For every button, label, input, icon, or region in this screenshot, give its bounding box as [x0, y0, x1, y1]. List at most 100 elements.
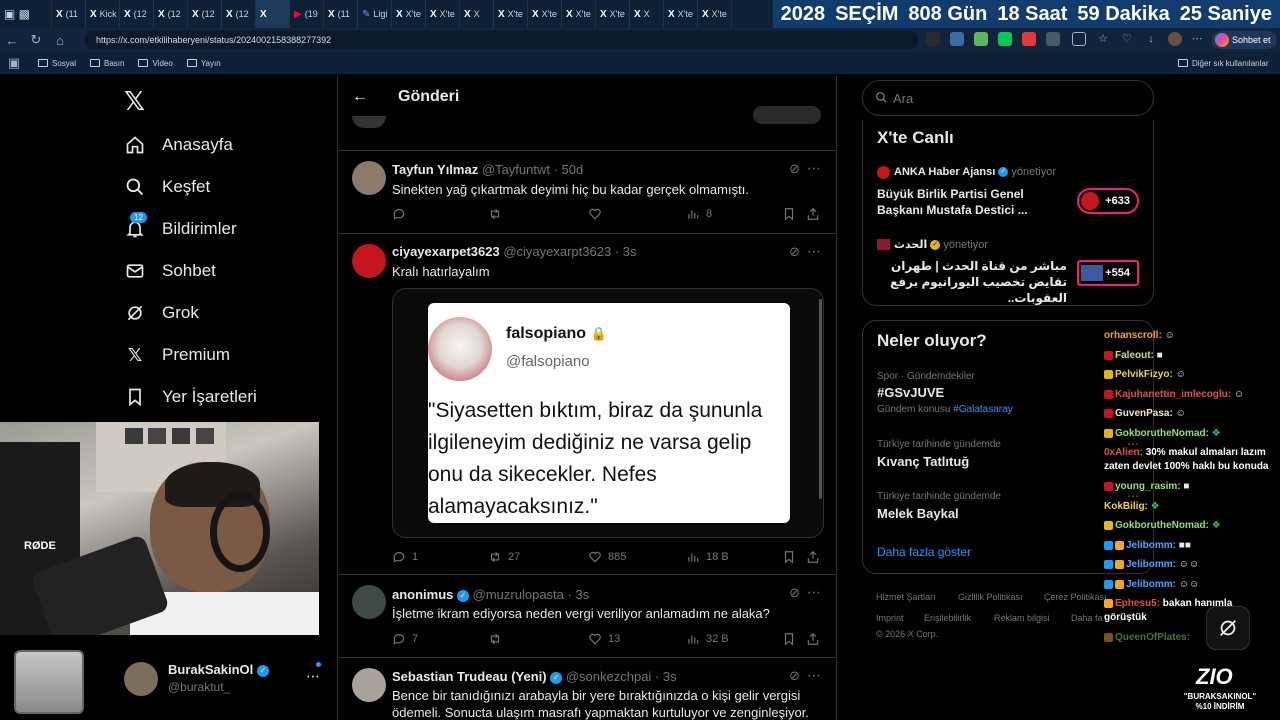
tab-actions-icon[interactable]: ▣ — [4, 51, 24, 75]
reply-button[interactable] — [753, 106, 821, 124]
share-button[interactable] — [806, 207, 820, 221]
footer-link[interactable]: Gizlilik Politikası — [958, 592, 1023, 602]
extension-icon[interactable] — [926, 32, 940, 46]
reload-icon[interactable]: ↻ — [24, 28, 48, 52]
retweet-button[interactable]: 27 — [488, 550, 520, 564]
browser-tab[interactable]: X (12 — [154, 0, 188, 28]
bookmark-folder[interactable]: Yayın — [186, 59, 221, 68]
footer-link[interactable]: Hizmet Şartları — [876, 592, 936, 602]
extension-icon[interactable] — [974, 32, 988, 46]
bookmark-button[interactable] — [782, 207, 796, 221]
tweet[interactable]: Tayfun Yılmaz @Tayfuntwt · 50d ⊘ ⋯ Sinek… — [338, 151, 836, 233]
grok-icon[interactable]: ⊘ — [789, 668, 800, 684]
reply-button[interactable] — [392, 207, 412, 221]
tweet[interactable]: ciyayexarpet3623 @ciyayexarpt3623 · 3s ⊘… — [338, 234, 836, 574]
home-icon[interactable]: ⌂ — [48, 28, 72, 52]
x-logo-icon[interactable]: 𝕏 — [124, 86, 145, 117]
tweet-media[interactable]: falsopiano 🔒 @falsopiano "Siyasetten bık… — [392, 288, 824, 538]
media-scrollbar[interactable] — [819, 299, 822, 499]
browser-tab[interactable]: XX — [460, 0, 494, 28]
browser-tab[interactable]: X X'te — [392, 0, 426, 28]
more-icon[interactable]: ⋯ — [807, 160, 822, 177]
extension-icon[interactable] — [950, 32, 964, 46]
trend-link[interactable]: #Galatasaray — [953, 404, 1012, 415]
copilot-chat-button[interactable]: Sohbet et — [1212, 31, 1277, 49]
other-bookmarks[interactable]: Diğer sık kullanılanlar — [1178, 59, 1268, 68]
footer-link[interactable]: Imprint — [876, 613, 904, 623]
more-icon[interactable]: ⋯ — [1190, 32, 1204, 46]
downloads-icon[interactable]: ↓ — [1144, 32, 1158, 46]
footer-link[interactable]: Çerez Politikası — [1044, 592, 1107, 602]
grok-icon[interactable]: ⊘ — [789, 585, 800, 601]
account-switcher[interactable]: BurakSakinOl ✓ @buraktut_ ⋯ — [124, 660, 324, 700]
like-button[interactable]: 885 — [588, 550, 626, 564]
address-bar[interactable]: https://x.com/etkilihaberyeni/status/202… — [84, 31, 918, 49]
browser-tab[interactable]: X (12 — [222, 0, 256, 28]
sidebar-item-grok[interactable]: Grok — [124, 302, 199, 324]
retweet-button[interactable] — [488, 632, 508, 646]
browser-tab[interactable]: X X'te — [596, 0, 630, 28]
like-button[interactable] — [588, 207, 608, 221]
browser-tab[interactable]: XX — [630, 0, 664, 28]
more-icon[interactable]: ⋯ — [807, 584, 822, 601]
views-button[interactable]: 18 B — [686, 550, 729, 564]
extension-icon[interactable] — [1022, 32, 1036, 46]
grok-icon[interactable]: ⊘ — [789, 161, 800, 177]
browser-tab[interactable]: X — [256, 0, 290, 28]
live-item[interactable]: ANKA Haber Ajansı ✓ yönetiyor Büyük Birl… — [877, 166, 1145, 226]
share-button[interactable] — [806, 550, 820, 564]
live-listener-count[interactable]: +554 — [1077, 260, 1139, 286]
bookmark-folder[interactable]: Sosyal — [38, 59, 76, 68]
browser-tab[interactable]: X (11 — [324, 0, 358, 28]
sidebar-item-home[interactable]: Anasayfa — [124, 134, 233, 156]
extension-icon[interactable] — [998, 32, 1012, 46]
favorites-icon[interactable]: ☆ — [1096, 32, 1110, 46]
sidebar-item-bookmarks[interactable]: Yer İşaretleri — [124, 386, 257, 408]
split-view-icon[interactable] — [1072, 32, 1086, 46]
reply-button[interactable]: 1 — [392, 550, 418, 564]
more-icon[interactable]: ⋯ — [807, 667, 822, 684]
profile-avatar[interactable] — [1168, 32, 1182, 46]
more-icon[interactable]: ⋯ — [306, 668, 320, 685]
browser-tab[interactable]: X (12 — [188, 0, 222, 28]
browser-tab[interactable]: ▶ (19 — [290, 0, 324, 28]
views-button[interactable]: 32 B — [686, 632, 729, 646]
live-item[interactable]: الحدث ✓ yönetiyor مباشر من قناة الحدث | … — [877, 238, 1145, 305]
bookmark-button[interactable] — [782, 632, 796, 646]
browser-tab[interactable]: X X'te — [426, 0, 460, 28]
grok-floating-button[interactable] — [1206, 606, 1250, 650]
back-arrow-icon[interactable]: ← — [352, 88, 368, 106]
search-input[interactable]: Ara — [862, 80, 1154, 116]
share-button[interactable] — [806, 632, 820, 646]
tweet[interactable]: anonimus ✓ @muzrulopasta · 3s ⊘ ⋯ İşletm… — [338, 575, 836, 657]
retweet-button[interactable] — [488, 207, 508, 221]
more-icon[interactable]: ⋯ — [807, 243, 822, 260]
bookmark-folder[interactable]: Basın — [90, 59, 124, 68]
browser-tab[interactable]: X X'te — [494, 0, 528, 28]
browser-tab[interactable]: X X'te — [528, 0, 562, 28]
live-listener-count[interactable]: +633 — [1077, 188, 1139, 214]
bookmark-button[interactable] — [782, 550, 796, 564]
browser-tab[interactable]: X X'te — [562, 0, 596, 28]
like-button[interactable]: 13 — [588, 632, 620, 646]
footer-link[interactable]: Reklam bilgisi — [994, 613, 1050, 623]
browser-tab[interactable]: X (12 — [120, 0, 154, 28]
footer-link[interactable]: Daha fa — [1071, 613, 1103, 623]
views-button[interactable]: 8 — [686, 207, 712, 221]
extension-icon[interactable] — [1046, 32, 1060, 46]
browser-tab[interactable]: ✎ Ligi — [358, 0, 392, 28]
grok-icon[interactable]: ⊘ — [789, 244, 800, 260]
health-icon[interactable]: ♡ — [1120, 32, 1134, 46]
bookmark-folder[interactable]: Video — [138, 59, 173, 68]
browser-tab[interactable]: X (11 — [52, 0, 86, 28]
sidebar-item-premium[interactable]: 𝕏 Premium — [124, 344, 230, 366]
browser-tab[interactable]: X Kick — [86, 0, 120, 28]
sidebar-item-messages[interactable]: Sohbet — [124, 260, 216, 282]
footer-link[interactable]: Erişilebilirlik — [924, 613, 971, 623]
sidebar-item-explore[interactable]: Keşfet — [124, 176, 210, 198]
back-icon[interactable]: ← — [0, 28, 24, 52]
sidebar-item-notifications[interactable]: 12 Bildirimler — [124, 212, 237, 240]
show-more-link[interactable]: Daha fazla göster — [877, 545, 971, 559]
browser-tab[interactable]: X X'te — [698, 0, 732, 28]
tweet[interactable]: Sebastian Trudeau (Yeni) ✓ @sonkezchpai … — [338, 658, 836, 720]
